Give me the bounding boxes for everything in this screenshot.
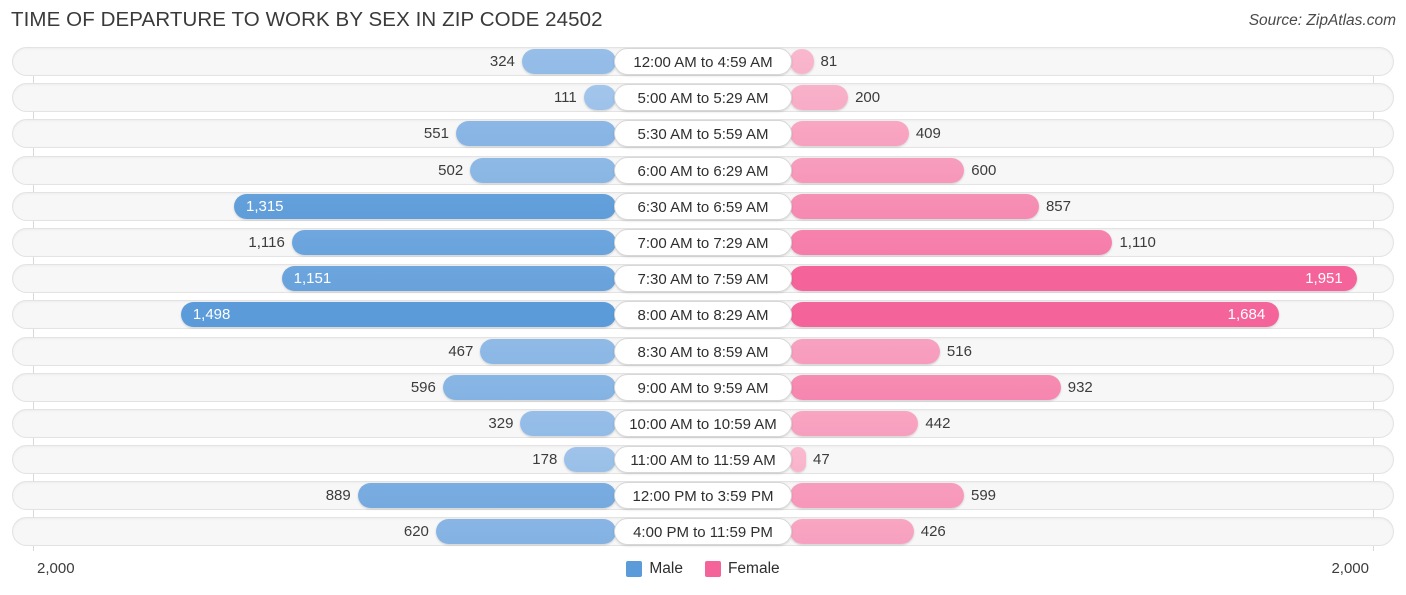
male-value-label: 1,116: [248, 233, 285, 251]
male-value-label: 889: [325, 487, 351, 505]
female-value-label: 516: [946, 342, 972, 360]
male-value-label: 324: [489, 53, 515, 70]
female-value-label: 1,684: [1227, 306, 1266, 324]
male-bar[interactable]: [357, 483, 616, 509]
male-bar[interactable]: [470, 157, 616, 183]
chart-row[interactable]: 111 200 5:00 AM to 5:29 AM: [0, 80, 1406, 116]
male-bar[interactable]: [233, 193, 616, 219]
chart-row[interactable]: 551 409 5:30 AM to 5:59 AM: [0, 116, 1406, 152]
chart-row[interactable]: 1,498 1,684 8:00 AM to 8:29 AM: [0, 297, 1406, 333]
female-value-label: 932: [1067, 378, 1093, 396]
chart-row[interactable]: 324 81 12:00 AM to 4:59 AM: [0, 44, 1406, 80]
legend-label: Female: [727, 560, 780, 577]
male-bar[interactable]: [480, 338, 616, 364]
female-bar[interactable]: [790, 519, 914, 545]
female-value-label: 1,951: [1305, 270, 1343, 288]
female-value-label: 599: [971, 487, 997, 505]
category-label-pill[interactable]: 5:30 AM to 5:59 AM: [614, 120, 792, 148]
female-bar[interactable]: [790, 338, 940, 364]
chart-footer: 2,000 2,000 Male Female: [0, 551, 1406, 595]
female-bar[interactable]: [790, 483, 964, 509]
male-value-label: 551: [423, 125, 449, 143]
category-label-pill[interactable]: 6:30 AM to 6:59 AM: [614, 192, 792, 220]
category-label-pill[interactable]: 10:00 AM to 10:59 AM: [614, 409, 792, 437]
male-bar[interactable]: [521, 49, 616, 74]
source-attribution: Source: ZipAtlas.com: [1248, 12, 1396, 29]
category-label-pill[interactable]: 9:00 AM to 9:59 AM: [614, 373, 792, 401]
female-value-label: 200: [855, 89, 881, 107]
page-title: TIME OF DEPARTURE TO WORK BY SEX IN ZIP …: [11, 8, 603, 31]
chart-row[interactable]: 1,151 1,951 7:30 AM to 7:59 AM: [0, 261, 1406, 297]
chart-row[interactable]: 178 47 11:00 AM to 11:59 AM: [0, 442, 1406, 478]
chart-row[interactable]: 329 442 10:00 AM to 10:59 AM: [0, 406, 1406, 442]
chart-row[interactable]: 620 426 4:00 PM to 11:59 PM: [0, 514, 1406, 550]
female-value-label: 47: [813, 451, 830, 469]
category-label-pill[interactable]: 12:00 PM to 3:59 PM: [614, 482, 792, 510]
female-value-label: 600: [971, 161, 997, 179]
male-bar[interactable]: [180, 302, 616, 328]
legend-swatch-icon: [704, 561, 721, 577]
chart-row[interactable]: 596 932 9:00 AM to 9:59 AM: [0, 370, 1406, 406]
chart-row[interactable]: 502 600 6:00 AM to 6:29 AM: [0, 153, 1406, 189]
male-bar[interactable]: [564, 447, 616, 473]
category-label-pill[interactable]: 6:00 AM to 6:29 AM: [614, 156, 792, 184]
male-bar[interactable]: [291, 229, 616, 255]
male-value-label: 111: [553, 89, 577, 107]
male-value-label: 1,498: [192, 306, 231, 324]
male-value-label: 329: [488, 414, 514, 432]
female-value-label: 1,110: [1119, 233, 1156, 251]
male-bar[interactable]: [583, 85, 616, 111]
category-label-pill[interactable]: 4:00 PM to 11:59 PM: [614, 518, 792, 546]
male-value-label: 502: [438, 161, 464, 179]
chart-row[interactable]: 467 516 8:30 AM to 8:59 AM: [0, 334, 1406, 370]
male-bar[interactable]: [455, 121, 616, 147]
category-label-pill[interactable]: 5:00 AM to 5:29 AM: [614, 84, 792, 112]
female-value-label: 409: [915, 125, 941, 143]
female-value-label: 857: [1045, 197, 1071, 215]
female-bar[interactable]: [790, 410, 919, 436]
plot-area: 324 81 12:00 AM to 4:59 AM 111 200 5:00 AM to…: [0, 44, 1406, 551]
female-bar[interactable]: [790, 157, 965, 183]
chart-row[interactable]: 889 599 12:00 PM to 3:59 PM: [0, 478, 1406, 514]
female-bar[interactable]: [790, 193, 1039, 219]
chart-row[interactable]: 1,315 857 6:30 AM to 6:59 AM: [0, 189, 1406, 225]
male-value-label: 1,315: [245, 197, 284, 215]
male-bar[interactable]: [520, 410, 616, 436]
female-bar[interactable]: [790, 302, 1280, 328]
female-bar[interactable]: [790, 85, 849, 111]
male-bar[interactable]: [435, 519, 616, 545]
female-value-label: 426: [920, 523, 946, 541]
female-value-label: 81: [820, 53, 838, 70]
female-bar[interactable]: [790, 266, 1357, 292]
chart-legend: Male Female: [0, 560, 1406, 578]
category-label-pill[interactable]: 8:00 AM to 8:29 AM: [614, 301, 792, 329]
female-bar[interactable]: [790, 121, 909, 147]
category-label-pill[interactable]: 7:30 AM to 7:59 AM: [614, 265, 792, 293]
legend-item[interactable]: Female: [704, 560, 780, 578]
female-bar[interactable]: [790, 49, 814, 74]
bar-rows-container: 324 81 12:00 AM to 4:59 AM 111 200 5:00 AM to…: [0, 44, 1406, 551]
chart-root: TIME OF DEPARTURE TO WORK BY SEX IN ZIP …: [0, 0, 1406, 595]
legend-swatch-icon: [626, 561, 643, 577]
male-bar[interactable]: [281, 266, 616, 292]
legend-item[interactable]: Male: [626, 560, 683, 578]
category-label-pill[interactable]: 12:00 AM to 4:59 AM: [614, 48, 792, 75]
male-value-label: 1,151: [293, 270, 332, 288]
legend-label: Male: [649, 560, 683, 577]
male-value-label: 620: [403, 523, 429, 541]
category-label-pill[interactable]: 8:30 AM to 8:59 AM: [614, 337, 792, 365]
female-value-label: 442: [925, 414, 951, 432]
chart-row[interactable]: 1,116 1,110 7:00 AM to 7:29 AM: [0, 225, 1406, 261]
male-value-label: 178: [532, 451, 558, 469]
female-bar[interactable]: [790, 447, 806, 473]
male-value-label: 467: [448, 342, 474, 360]
category-label-pill[interactable]: 11:00 AM to 11:59 AM: [614, 446, 792, 474]
male-bar[interactable]: [442, 374, 616, 400]
chart-header: TIME OF DEPARTURE TO WORK BY SEX IN ZIP …: [0, 0, 1406, 44]
category-label-pill[interactable]: 7:00 AM to 7:29 AM: [614, 228, 792, 256]
male-value-label: 596: [410, 378, 436, 396]
female-bar[interactable]: [790, 229, 1113, 255]
female-bar[interactable]: [790, 374, 1061, 400]
